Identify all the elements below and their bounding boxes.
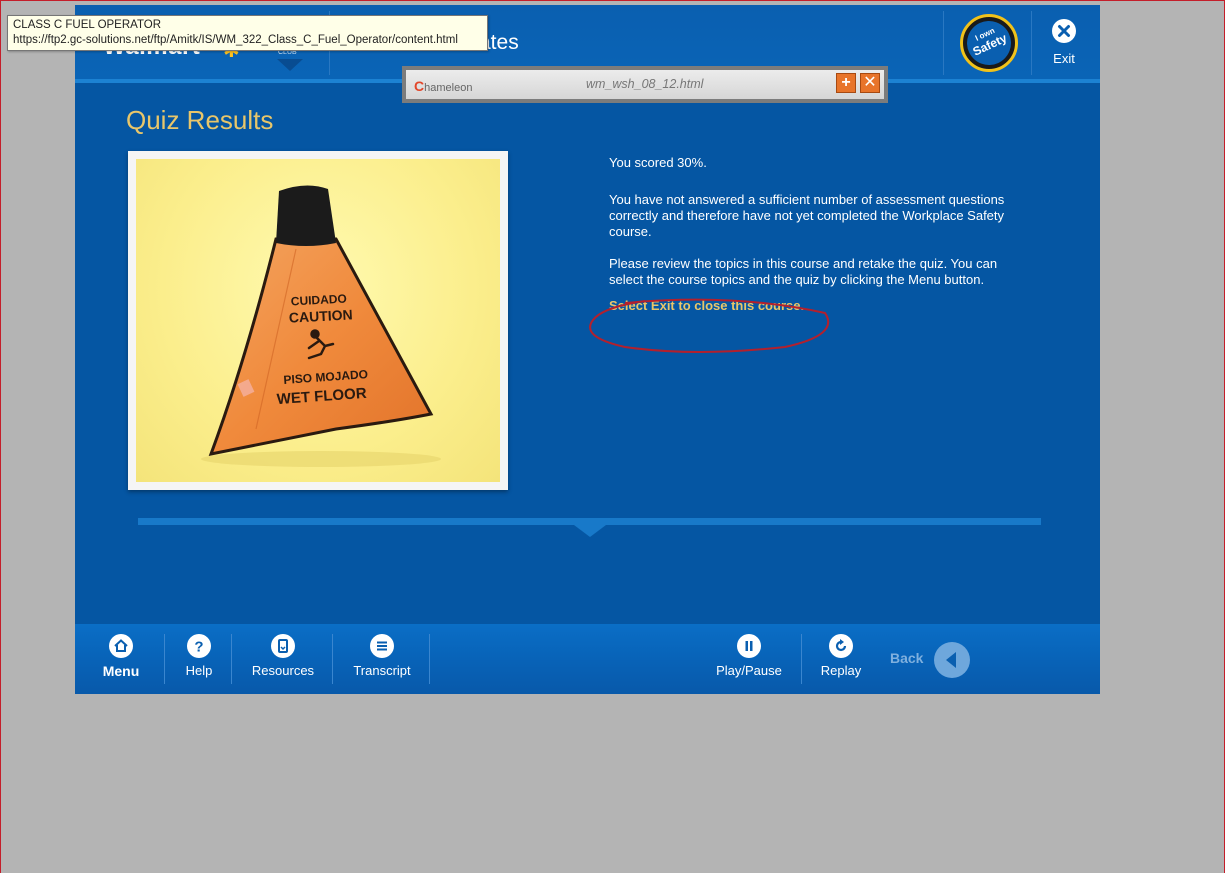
play-pause-button[interactable]: Play/Pause (711, 634, 787, 688)
result-paragraph-line: course. (609, 224, 652, 239)
chameleon-logo: Chameleon (414, 78, 472, 94)
sign-cuidado: CUIDADO (290, 292, 347, 309)
nav-divider (332, 634, 333, 684)
header-divider (943, 11, 944, 75)
nav-divider (164, 634, 165, 684)
i-own-safety-badge: I own Safety (959, 13, 1019, 73)
replay-icon (829, 634, 853, 658)
logo-notch (277, 59, 303, 71)
progress-bar (138, 518, 1041, 525)
help-icon: ? (187, 634, 211, 658)
chameleon-title: wm_wsh_08_12.html (586, 77, 704, 91)
expand-button[interactable]: + (836, 73, 856, 93)
resources-icon (271, 634, 295, 658)
back-arrow-icon (934, 642, 970, 678)
nav-divider (429, 634, 430, 684)
help-button[interactable]: ? Help (175, 634, 223, 688)
browser-tooltip: CLASS C FUEL OPERATOR https://ftp2.gc-so… (7, 15, 488, 51)
close-circle-icon (1052, 19, 1076, 43)
back-label: Back (890, 650, 924, 666)
exit-button[interactable]: Exit (1035, 19, 1093, 69)
close-icon: ✕ (863, 74, 877, 91)
home-icon (109, 634, 133, 658)
chameleon-title-bar: Chameleon wm_wsh_08_12.html + ✕ (402, 66, 888, 103)
svg-text:?: ? (194, 639, 203, 656)
photo-frame: CUIDADO CAUTION PISO MOJADO WET FLOOR (128, 151, 508, 490)
resources-label: Resources (251, 663, 315, 678)
resources-button[interactable]: Resources (245, 634, 321, 688)
help-label: Help (185, 663, 213, 678)
exit-label: Exit (1053, 51, 1075, 66)
transcript-label: Transcript (353, 663, 411, 678)
transcript-button[interactable]: Transcript (345, 634, 419, 688)
tooltip-title: CLASS C FUEL OPERATOR (13, 19, 162, 31)
nav-divider (231, 634, 232, 684)
chameleon-logo-c: C (414, 78, 425, 94)
play-pause-label: Play/Pause (716, 663, 782, 678)
menu-button[interactable]: Menu (93, 634, 149, 688)
wet-floor-cone-image: CUIDADO CAUTION PISO MOJADO WET FLOOR (136, 159, 500, 482)
close-button[interactable]: ✕ (860, 73, 880, 93)
bottom-nav-bar: Menu ? Help Resources Transcript Play/Pa… (75, 624, 1100, 694)
page-title: Quiz Results (126, 105, 274, 135)
score-text: You scored 30%. (609, 155, 707, 170)
replay-label: Replay (820, 663, 862, 678)
transcript-icon (370, 634, 394, 658)
replay-button[interactable]: Replay (815, 634, 867, 688)
sign-caution: CAUTION (288, 306, 353, 325)
pause-icon (737, 634, 761, 658)
result-paragraph-line: correctly and therefore have not yet com… (609, 208, 1005, 223)
review-paragraph-line: Please review the topics in this course … (609, 256, 998, 271)
menu-label: Menu (102, 663, 140, 679)
progress-marker (574, 525, 606, 537)
course-player: Walmart ✱ CLUB ates I own Safety Exit Qu… (75, 5, 1100, 694)
result-paragraph-line: You have not answered a sufficient numbe… (609, 192, 1005, 207)
back-button[interactable]: Back (889, 642, 971, 678)
red-annotation-circle (589, 298, 830, 353)
header-divider (1031, 11, 1032, 75)
review-paragraph-line: select the course topics and the quiz by… (609, 272, 985, 287)
chameleon-logo-text: hameleon (424, 82, 473, 94)
nav-divider (801, 634, 802, 684)
plus-icon: + (841, 74, 851, 91)
tooltip-url: https://ftp2.gc-solutions.net/ftp/Amitk/… (13, 34, 458, 46)
